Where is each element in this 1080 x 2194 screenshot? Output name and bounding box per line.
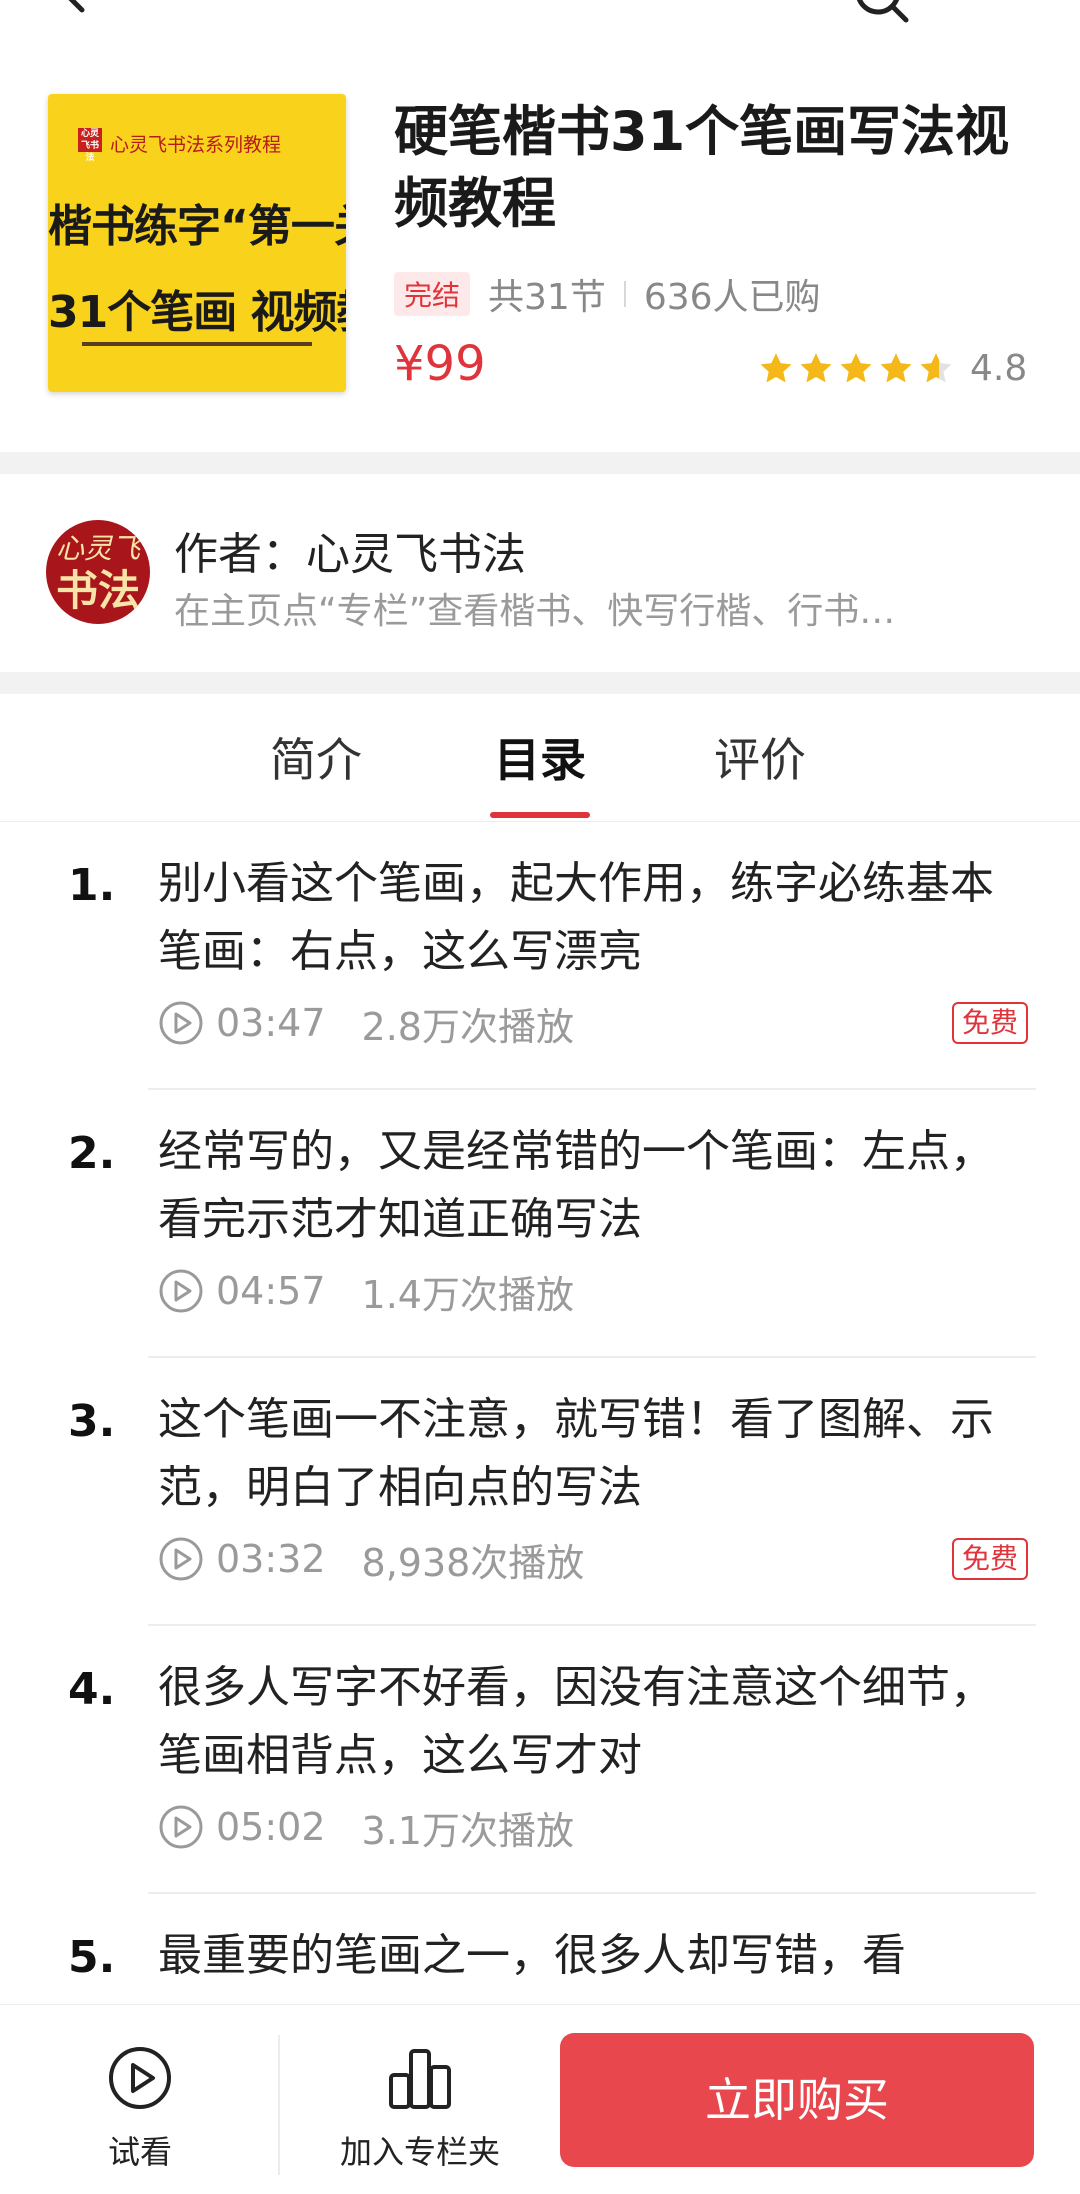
rating-score: 4.8 bbox=[970, 348, 1028, 389]
lesson-plays: 2.8万次播放 bbox=[361, 1004, 574, 1049]
search-icon[interactable] bbox=[852, 0, 912, 26]
bottom-bar-divider bbox=[278, 2035, 280, 2175]
lesson-plays: 3.1万次播放 bbox=[361, 1808, 574, 1853]
tab-bar: 简介 目录 评价 bbox=[0, 694, 1080, 822]
free-badge: 免费 bbox=[952, 1002, 1029, 1044]
star-icon bbox=[800, 352, 832, 382]
lesson-duration: 03:32 bbox=[216, 1537, 326, 1581]
play-circle-icon bbox=[159, 1805, 203, 1849]
lesson-number: 1. bbox=[68, 860, 116, 911]
meta-divider bbox=[623, 281, 626, 307]
lesson-item[interactable]: 4. 很多人写字不好看，因没有注意这个细节，笔画相背点，这么写才对 05:02 … bbox=[0, 1626, 1080, 1894]
lessons-count: 共31节 bbox=[488, 277, 606, 318]
lesson-meta: 03:47 2.8万次播放 bbox=[158, 998, 574, 1049]
lesson-title: 最重要的笔画之一，很多人却写错，看 bbox=[158, 1930, 906, 1981]
lesson-number: 3. bbox=[68, 1396, 116, 1447]
lesson-number: 2. bbox=[68, 1128, 116, 1179]
lesson-duration: 03:47 bbox=[216, 1001, 326, 1045]
star-icon bbox=[840, 352, 872, 382]
course-detail-page: 心灵飞书法 心灵飞书法系列教程 楷书练字“第一关” 31个笔画 视频教程 硬笔楷… bbox=[0, 0, 1080, 2194]
free-badge: 免费 bbox=[952, 1538, 1029, 1580]
add-to-folder-label: 加入专栏夹 bbox=[339, 2133, 500, 2171]
active-tab-indicator bbox=[490, 812, 590, 818]
lesson-plays: 8,938次播放 bbox=[361, 1540, 585, 1585]
lesson-item[interactable]: 1. 别小看这个笔画，起大作用，练字必练基本笔画：右点，这么写漂亮 03:47 … bbox=[0, 822, 1080, 1090]
trial-label: 试看 bbox=[107, 2133, 172, 2171]
lesson-item[interactable]: 3. 这个笔画一不注意，就写错！看了图解、示范，明白了相向点的写法 03:32 … bbox=[0, 1358, 1080, 1626]
lesson-title: 这个笔画一不注意，就写错！看了图解、示范，明白了相向点的写法 bbox=[158, 1394, 994, 1513]
author-name[interactable]: 作者：心灵飞书法 bbox=[174, 518, 526, 582]
lesson-meta: 03:32 8,938次播放 bbox=[158, 1534, 585, 1585]
section-divider bbox=[0, 452, 1080, 474]
buy-now-button[interactable]: 立即购买 bbox=[560, 2033, 1034, 2167]
tab-catalog[interactable]: 目录 bbox=[494, 724, 586, 790]
lesson-item[interactable]: 2. 经常写的，又是经常错的一个笔画：左点，看完示范才知道正确写法 04:57 … bbox=[0, 1090, 1080, 1358]
star-icon bbox=[760, 352, 792, 382]
section-divider bbox=[0, 672, 1080, 694]
tab-intro[interactable]: 简介 bbox=[270, 724, 362, 790]
star-half-icon bbox=[920, 352, 952, 382]
books-icon bbox=[389, 2049, 451, 2109]
lesson-duration: 04:57 bbox=[216, 1269, 326, 1313]
cover-headline: 楷书练字“第一关” bbox=[48, 201, 346, 252]
rating: 4.8 bbox=[758, 348, 1027, 389]
tab-reviews[interactable]: 评价 bbox=[714, 724, 806, 790]
cover-subheadline: 31个笔画 视频教程 bbox=[48, 287, 346, 338]
back-arrow-icon[interactable] bbox=[50, 0, 94, 14]
lesson-meta: 05:02 3.1万次播放 bbox=[158, 1802, 574, 1853]
author-avatar[interactable]: 心灵飞 书法 bbox=[46, 520, 150, 624]
play-circle-icon bbox=[159, 1269, 203, 1313]
star-icon bbox=[880, 352, 912, 382]
course-cover-image: 心灵飞书法 心灵飞书法系列教程 楷书练字“第一关” 31个笔画 视频教程 bbox=[48, 94, 346, 392]
author-description: 在主页点“专栏”查看楷书、快写行楷、行书… bbox=[174, 591, 896, 632]
avatar-text-bottom: 书法 bbox=[55, 566, 140, 615]
status-badge: 完结 bbox=[394, 272, 471, 316]
lesson-number: 5. bbox=[68, 1932, 116, 1983]
course-meta: 完结 共31节 636人已购 bbox=[394, 270, 821, 318]
trial-button[interactable]: 试看 bbox=[60, 2045, 220, 2173]
bottom-action-bar: 试看 加入专栏夹 立即购买 bbox=[0, 2004, 1080, 2194]
add-to-folder-button[interactable]: 加入专栏夹 bbox=[320, 2045, 520, 2173]
play-circle-icon bbox=[109, 2047, 171, 2109]
cover-series-text: 心灵飞书法系列教程 bbox=[110, 134, 282, 156]
play-circle-icon bbox=[159, 1537, 203, 1581]
lesson-duration: 05:02 bbox=[216, 1805, 326, 1849]
top-nav bbox=[0, 0, 1080, 40]
play-circle-icon bbox=[159, 1001, 203, 1045]
buyers-count: 636人已购 bbox=[643, 277, 821, 318]
lesson-title: 经常写的，又是经常错的一个笔画：左点，看完示范才知道正确写法 bbox=[158, 1126, 994, 1245]
lesson-meta: 04:57 1.4万次播放 bbox=[158, 1266, 574, 1317]
lesson-number: 4. bbox=[68, 1664, 116, 1715]
lesson-title: 别小看这个笔画，起大作用，练字必练基本笔画：右点，这么写漂亮 bbox=[158, 858, 994, 977]
cover-underline bbox=[82, 342, 312, 346]
cover-seal: 心灵飞书法 bbox=[78, 128, 102, 163]
lesson-plays: 1.4万次播放 bbox=[361, 1272, 574, 1317]
lesson-title: 很多人写字不好看，因没有注意这个细节，笔画相背点，这么写才对 bbox=[158, 1662, 994, 1781]
course-price: ¥99 bbox=[394, 336, 486, 392]
avatar-text-top: 心灵飞 bbox=[55, 532, 140, 565]
course-title: 硬笔楷书31个笔画写法视频教程 bbox=[394, 100, 1010, 235]
